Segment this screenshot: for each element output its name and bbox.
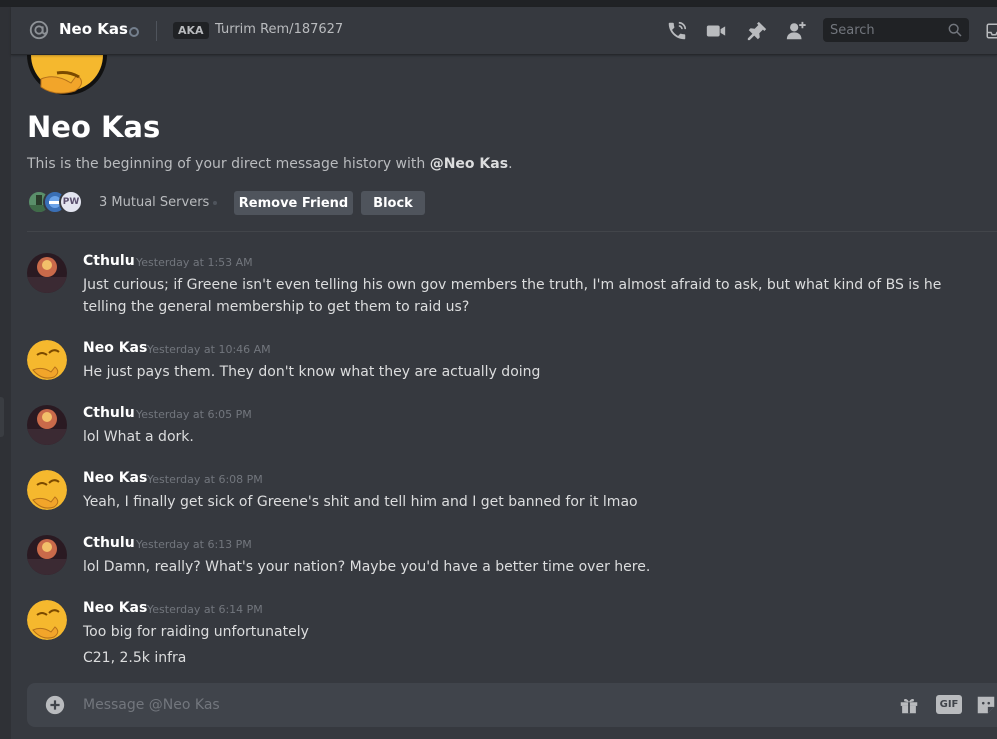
profile-title: Neo Kas (27, 110, 161, 144)
message-author[interactable]: Neo Kas (83, 600, 147, 616)
header-username: Neo Kas (59, 20, 128, 38)
profile-description: This is the beginning of your direct mes… (27, 156, 513, 172)
avatar[interactable] (27, 470, 67, 510)
window-top-strip (0, 0, 997, 7)
header-divider (156, 21, 157, 41)
profile-desc-prefix: This is the beginning of your direct mes… (27, 156, 430, 172)
mutual-servers-label[interactable]: 3 Mutual Servers (99, 195, 209, 210)
avatar[interactable] (27, 535, 67, 575)
message-input[interactable] (83, 683, 863, 727)
message-content: Yeah, I finally get sick of Greene's shi… (83, 494, 638, 510)
avatar[interactable] (27, 340, 67, 380)
profile-desc-suffix: . (508, 156, 513, 172)
chat-header: Neo Kas AKA Turrim Rem/187627 (11, 7, 997, 55)
message-content-line-2: C21, 2.5k infra (83, 650, 187, 666)
message-content: He just pays them. They don't know what … (83, 364, 541, 380)
add-friend-icon[interactable] (785, 20, 807, 42)
message-timestamp: Yesterday at 6:08 PM (147, 473, 263, 486)
aka-nickname: Turrim Rem/187627 (215, 22, 344, 37)
offline-status-icon (129, 27, 139, 37)
message-content: lol What a dork. (83, 429, 194, 445)
sticker-icon[interactable] (975, 694, 997, 716)
scroll-marker (0, 397, 4, 437)
gif-button[interactable]: GIF (936, 695, 962, 714)
plus-icon[interactable] (44, 694, 66, 716)
video-icon[interactable] (705, 20, 727, 42)
remove-friend-button[interactable]: Remove Friend (234, 191, 353, 215)
avatar[interactable] (27, 405, 67, 445)
search-icon (948, 23, 962, 37)
message-timestamp: Yesterday at 6:05 PM (136, 408, 252, 421)
aka-badge: AKA (173, 22, 209, 39)
left-panel-edge (0, 7, 11, 739)
at-sign-icon (29, 20, 49, 40)
profile-desc-mention[interactable]: @Neo Kas (430, 156, 508, 172)
block-button[interactable]: Block (361, 191, 425, 215)
message-author[interactable]: Neo Kas (83, 340, 147, 356)
inbox-icon[interactable] (985, 22, 997, 40)
message-author[interactable]: Cthulu (83, 535, 135, 551)
call-icon[interactable] (666, 20, 688, 42)
search-box[interactable] (823, 18, 969, 42)
intro-divider (27, 231, 997, 232)
mutual-server-icon[interactable]: PW (59, 190, 83, 214)
gift-icon[interactable] (898, 694, 920, 716)
message-timestamp: Yesterday at 6:13 PM (136, 538, 252, 551)
avatar[interactable] (27, 600, 67, 640)
message-content: Just curious; if Greene isn't even telli… (83, 277, 942, 315)
message-composer[interactable]: GIF (27, 683, 997, 727)
message-content: Too big for raiding unfortunately (83, 624, 309, 640)
message-content: lol Damn, really? What's your nation? Ma… (83, 559, 651, 575)
mutual-servers[interactable]: PW 3 Mutual Servers (27, 190, 209, 214)
intro-dot-separator (213, 201, 217, 205)
message-author[interactable]: Neo Kas (83, 470, 147, 486)
pin-icon[interactable] (746, 20, 768, 42)
avatar[interactable] (27, 253, 67, 293)
server-3-label: PW (62, 197, 80, 207)
message-timestamp: Yesterday at 1:53 AM (136, 256, 253, 269)
message-timestamp: Yesterday at 6:14 PM (147, 603, 263, 616)
message-timestamp: Yesterday at 10:46 AM (147, 343, 271, 356)
message-author[interactable]: Cthulu (83, 253, 135, 269)
message-author[interactable]: Cthulu (83, 405, 135, 421)
